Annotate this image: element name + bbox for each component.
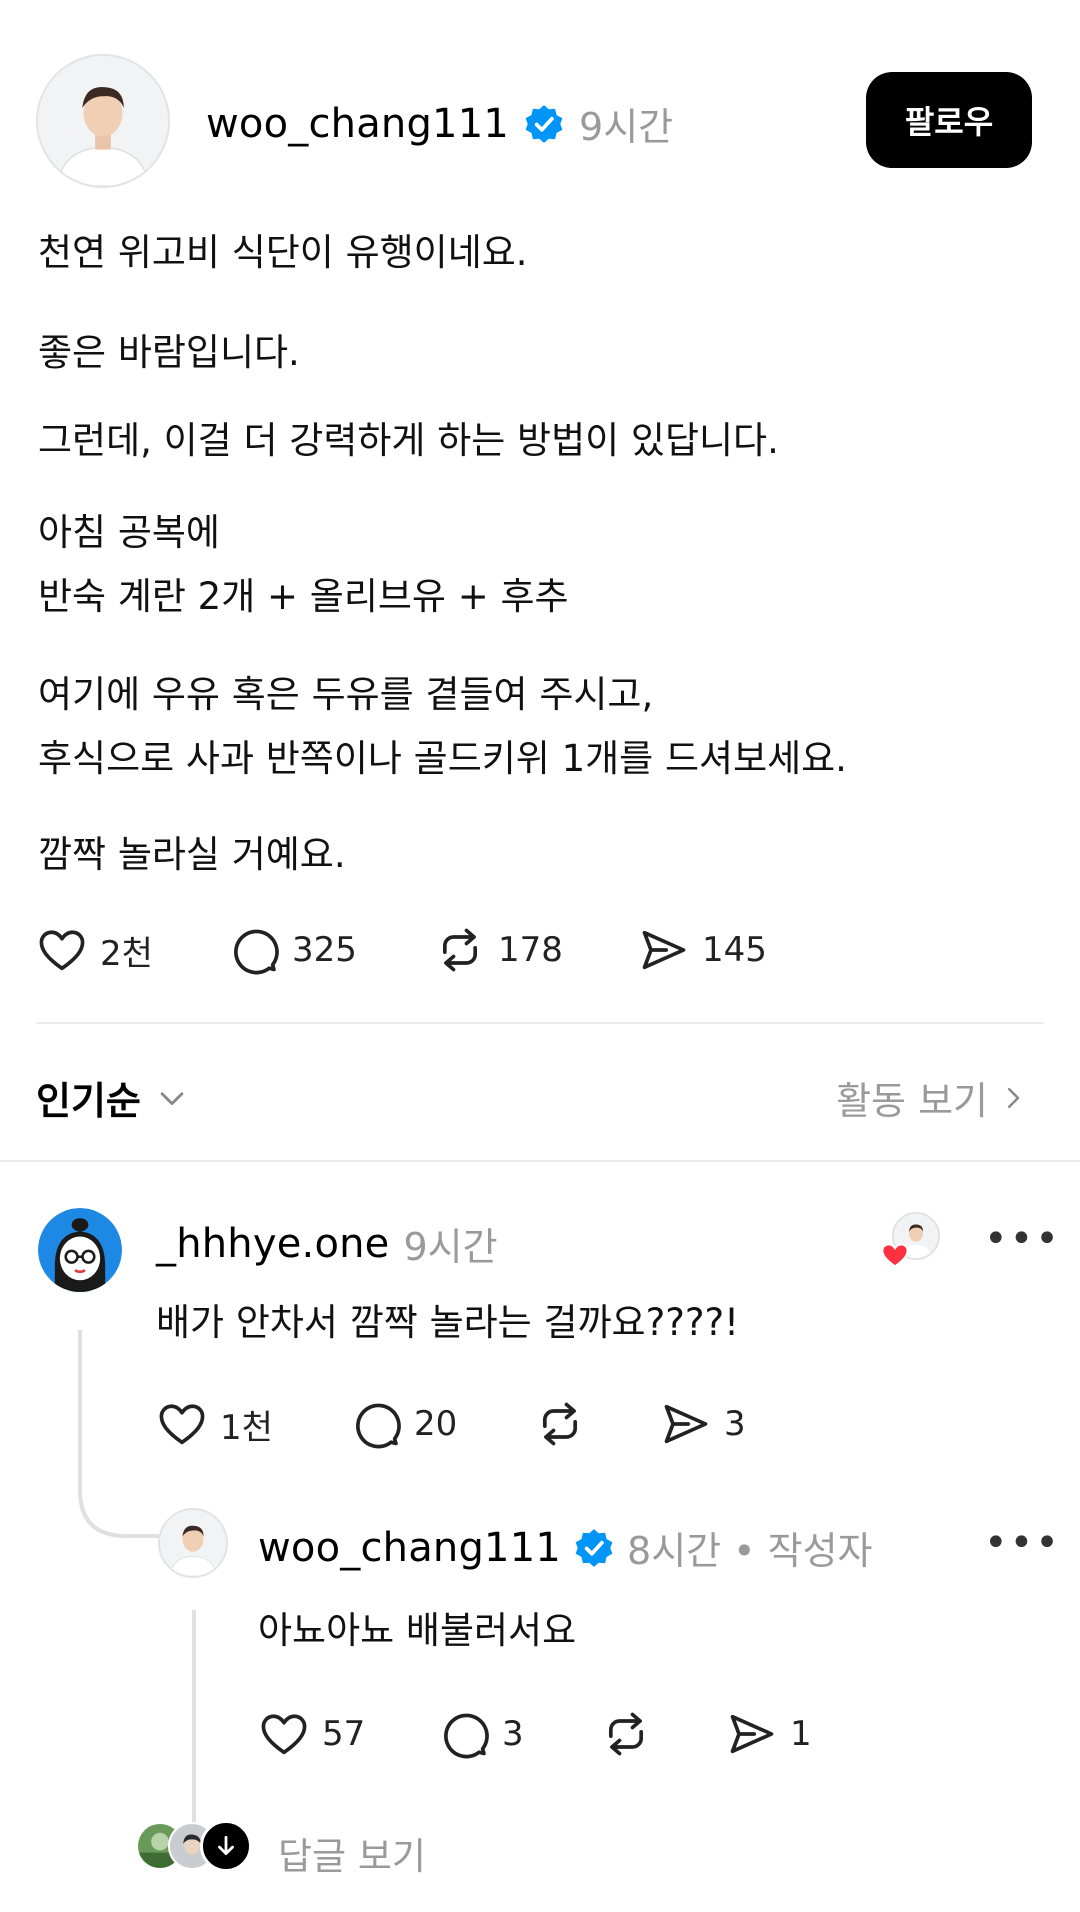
chevron-down-icon <box>160 1091 184 1105</box>
repost-icon <box>542 1402 578 1446</box>
sort-divider <box>0 1160 1080 1162</box>
reply-username[interactable]: woo_chang111 <box>258 1525 561 1571</box>
verified-badge-icon <box>525 104 563 143</box>
comment-share-button[interactable]: 3 <box>660 1398 746 1450</box>
post-share-button[interactable]: 145 <box>638 924 767 976</box>
post-time: 9시간 <box>579 105 674 149</box>
comment-text: 배가 안차서 깜짝 놀라는 걸까요????! <box>156 1301 739 1344</box>
activity-link[interactable]: 활동 보기 <box>836 1070 1028 1125</box>
reply-comment-count: 3 <box>502 1714 524 1754</box>
reply-share-button[interactable]: 1 <box>726 1708 812 1760</box>
reply-repost-button[interactable] <box>600 1708 664 1760</box>
sort-label: 인기순 <box>36 1079 141 1123</box>
post-repost-count: 178 <box>498 930 563 970</box>
post-comment-button[interactable]: 325 <box>228 924 357 976</box>
comment-icon <box>234 929 279 975</box>
reply-like-button[interactable]: 57 <box>258 1708 365 1760</box>
post-line-5: 반숙 계란 2개 + 올리브유 + 후추 <box>38 575 569 618</box>
comment-comment-button[interactable]: 20 <box>350 1398 457 1450</box>
commenter-avatar[interactable] <box>38 1208 122 1292</box>
comment-more-button[interactable]: ••• <box>984 1216 1061 1262</box>
comment-like-count: 1천 <box>220 1407 273 1448</box>
repost-icon <box>608 1712 644 1756</box>
post-share-count: 145 <box>702 930 767 970</box>
follow-button[interactable]: 팔로우 <box>866 72 1032 168</box>
post-line-6: 여기에 우유 혹은 두유를 곁들여 주시고, <box>38 673 654 716</box>
commenter-username[interactable]: _hhhye.one <box>156 1221 389 1267</box>
author-avatar[interactable] <box>36 54 170 188</box>
post-repost-button[interactable]: 178 <box>434 924 563 976</box>
post-line-8: 깜짝 놀라실 거예요. <box>38 833 346 876</box>
thread-connector <box>78 1330 162 1538</box>
heart-filled-icon <box>881 1243 909 1268</box>
comment-icon <box>444 1713 489 1759</box>
reply-share-count: 1 <box>790 1714 812 1754</box>
view-replies-label: 답글 보기 <box>278 1835 426 1878</box>
comment-like-button[interactable]: 1천 <box>156 1398 273 1450</box>
reply-time: 8시간 <box>627 1529 722 1573</box>
post-line-1: 천연 위고비 식단이 유행이네요. <box>38 231 528 274</box>
heart-icon <box>39 930 85 971</box>
reply-like-count: 57 <box>322 1714 366 1754</box>
post-like-count: 2천 <box>100 933 153 974</box>
post-divider <box>36 1022 1044 1024</box>
author-liked-indicator <box>880 1212 942 1274</box>
reply-thread-line <box>192 1610 196 1840</box>
repost-icon <box>442 928 478 972</box>
post-like-button[interactable]: 2천 <box>36 924 153 976</box>
author-tag: • 작성자 <box>733 1529 873 1573</box>
post-line-4: 아침 공복에 <box>38 511 220 554</box>
reply-author-avatar[interactable] <box>158 1508 228 1578</box>
verified-badge-icon <box>575 1528 613 1567</box>
view-replies-row[interactable]: 답글 보기 <box>136 1818 656 1878</box>
reply-more-button[interactable]: ••• <box>984 1520 1061 1566</box>
reply-comment-button[interactable]: 3 <box>438 1708 524 1760</box>
heart-icon <box>261 1714 307 1755</box>
chevron-right-icon <box>1008 1087 1020 1108</box>
send-icon <box>730 1714 774 1754</box>
send-icon <box>642 930 686 970</box>
arrow-down-circle-icon <box>200 1820 252 1872</box>
comment-comment-count: 20 <box>414 1404 458 1444</box>
author-username[interactable]: woo_chang111 <box>206 101 509 147</box>
comment-repost-button[interactable] <box>534 1398 598 1450</box>
post-line-7: 후식으로 사과 반쪽이나 골드키위 1개를 드셔보세요. <box>38 737 847 780</box>
comment-share-count: 3 <box>724 1404 746 1444</box>
comment-icon <box>356 1403 401 1449</box>
reply-text: 아뇨아뇨 배불러서요 <box>258 1609 577 1652</box>
post-line-3: 그런데, 이걸 더 강력하게 하는 방법이 있답니다. <box>38 419 779 462</box>
activity-label: 활동 보기 <box>836 1079 988 1123</box>
post-comment-count: 325 <box>292 930 357 970</box>
send-icon <box>664 1404 708 1444</box>
post-line-2: 좋은 바람입니다. <box>38 331 300 374</box>
sort-dropdown[interactable]: 인기순 <box>36 1070 189 1125</box>
comment-time: 9시간 <box>403 1225 498 1269</box>
